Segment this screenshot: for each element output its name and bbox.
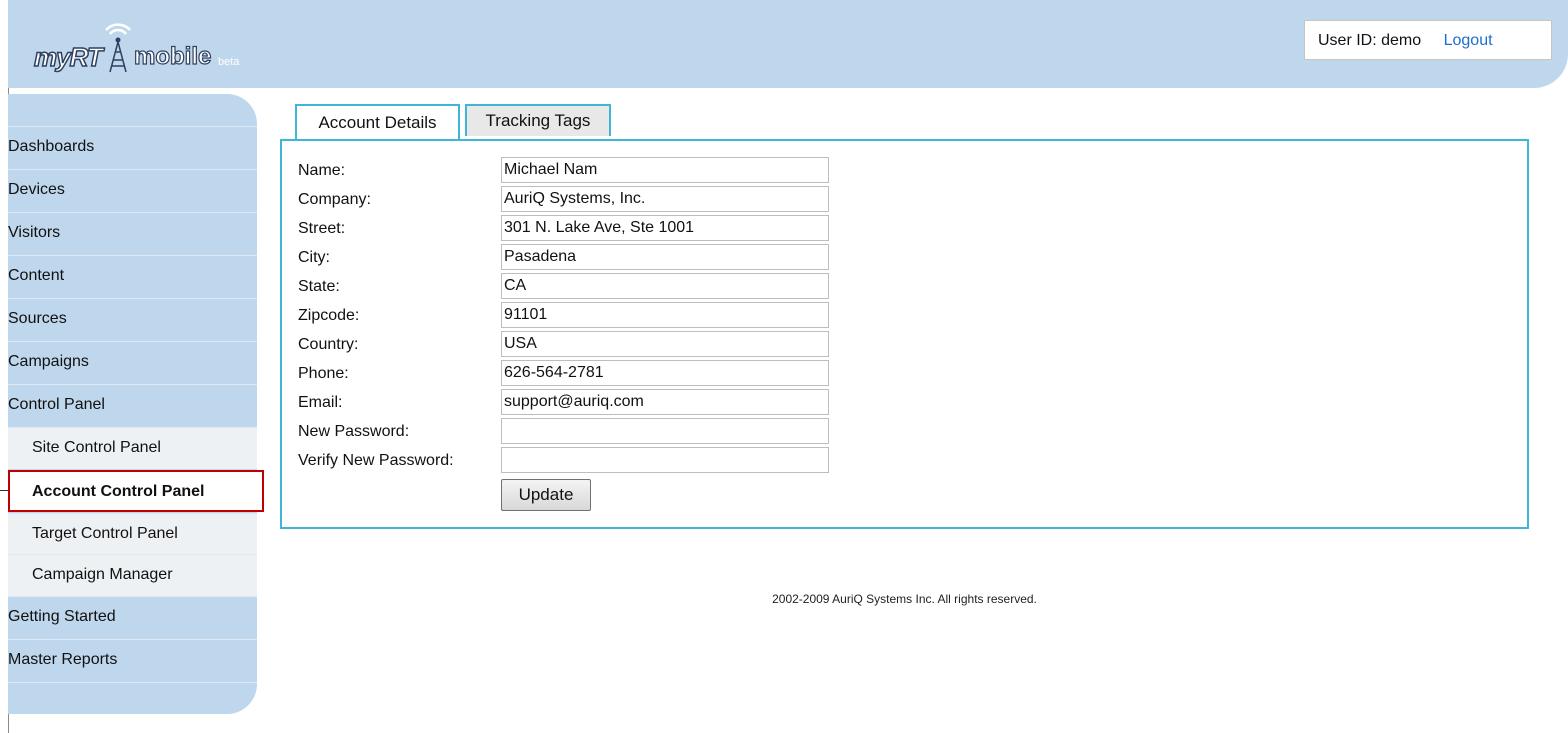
logo-beta: beta: [218, 56, 240, 68]
zipcode-field[interactable]: [501, 302, 829, 328]
name-field[interactable]: [501, 157, 829, 183]
sidebar-item-label: Campaign Manager: [32, 566, 173, 583]
sidebar-item-label: Getting Started: [8, 608, 116, 625]
sidebar-item-devices[interactable]: Devices: [8, 169, 257, 211]
app-logo[interactable]: myRT mobile beta: [33, 22, 294, 74]
user-id-label: User ID: demo: [1318, 32, 1422, 49]
sidebar-item-label: Campaigns: [8, 353, 89, 370]
sidebar-item-control-panel[interactable]: Control Panel: [8, 384, 257, 426]
sidebar-item-label: Content: [8, 267, 65, 284]
verify-password-label: Verify New Password:: [298, 452, 454, 469]
sidebar-item-label: Site Control Panel: [32, 439, 161, 456]
user-info-box: User ID: demo Logout: [1304, 20, 1552, 60]
tab-tracking-tags[interactable]: Tracking Tags: [465, 104, 611, 136]
sidebar-item-getting-started[interactable]: Getting Started: [8, 596, 257, 638]
sidebar-item-visitors[interactable]: Visitors: [8, 212, 257, 254]
sidebar-item-sources[interactable]: Sources: [8, 298, 257, 340]
country-field[interactable]: [501, 331, 829, 357]
phone-label: Phone:: [298, 365, 349, 382]
sidebar-item-label: Devices: [8, 181, 65, 198]
phone-field[interactable]: [501, 360, 829, 386]
street-field[interactable]: [501, 215, 829, 241]
country-label: Country:: [298, 336, 359, 353]
sidebar-item-label: Dashboards: [8, 138, 95, 155]
tab-label: Tracking Tags: [485, 111, 591, 130]
sidebar-item-content[interactable]: Content: [8, 255, 257, 297]
logout-link[interactable]: Logout: [1444, 32, 1493, 49]
name-label: Name:: [298, 162, 346, 179]
sidebar-item-dashboards[interactable]: Dashboards: [8, 126, 257, 168]
tab-account-details[interactable]: Account Details: [295, 104, 460, 140]
sidebar-item-label: Account Control Panel: [32, 483, 205, 500]
city-field[interactable]: [501, 244, 829, 270]
sidebar-item-label: Sources: [8, 310, 67, 327]
email-label: Email:: [298, 394, 343, 411]
verify-password-field[interactable]: [501, 447, 829, 473]
account-details-panel: [280, 139, 1529, 529]
app-header: myRT mobile beta User ID: demo Logout: [8, 0, 1568, 88]
sidebar-item-label: Target Control Panel: [32, 525, 178, 542]
sidebar-item-label: Control Panel: [8, 396, 105, 413]
logo-mobile: mobile: [133, 42, 212, 70]
tab-label: Account Details: [318, 113, 437, 132]
zipcode-label: Zipcode:: [298, 307, 360, 324]
antenna-icon: [105, 23, 131, 73]
footer-copyright: 2002-2009 AuriQ Systems Inc. All rights …: [772, 592, 1037, 606]
sidebar-item-account-control-panel[interactable]: Account Control Panel: [8, 470, 264, 512]
update-button[interactable]: Update: [501, 479, 591, 511]
sidebar-item-site-control-panel[interactable]: Site Control Panel: [8, 427, 257, 469]
pointer-tick: [0, 490, 8, 491]
sidebar-item-master-reports[interactable]: Master Reports: [8, 639, 257, 681]
sidebar-divider: [8, 682, 257, 683]
sidebar-item-target-control-panel[interactable]: Target Control Panel: [8, 513, 257, 555]
sidebar-item-campaign-manager[interactable]: Campaign Manager: [8, 554, 257, 596]
sidebar-item-label: Master Reports: [8, 651, 118, 668]
email-field[interactable]: [501, 389, 829, 415]
sidebar-item-campaigns[interactable]: Campaigns: [8, 341, 257, 383]
street-label: Street:: [298, 220, 346, 237]
state-label: State:: [298, 278, 340, 295]
new-password-field[interactable]: [501, 418, 829, 444]
state-field[interactable]: [501, 273, 829, 299]
logo-myrt: myRT: [33, 41, 103, 73]
sidebar-item-label: Visitors: [8, 224, 61, 241]
city-label: City:: [298, 249, 330, 266]
company-field[interactable]: [501, 186, 829, 212]
new-password-label: New Password:: [298, 423, 410, 440]
sidebar-nav: Dashboards Devices Visitors Content Sour…: [8, 94, 264, 714]
company-label: Company:: [298, 191, 371, 208]
